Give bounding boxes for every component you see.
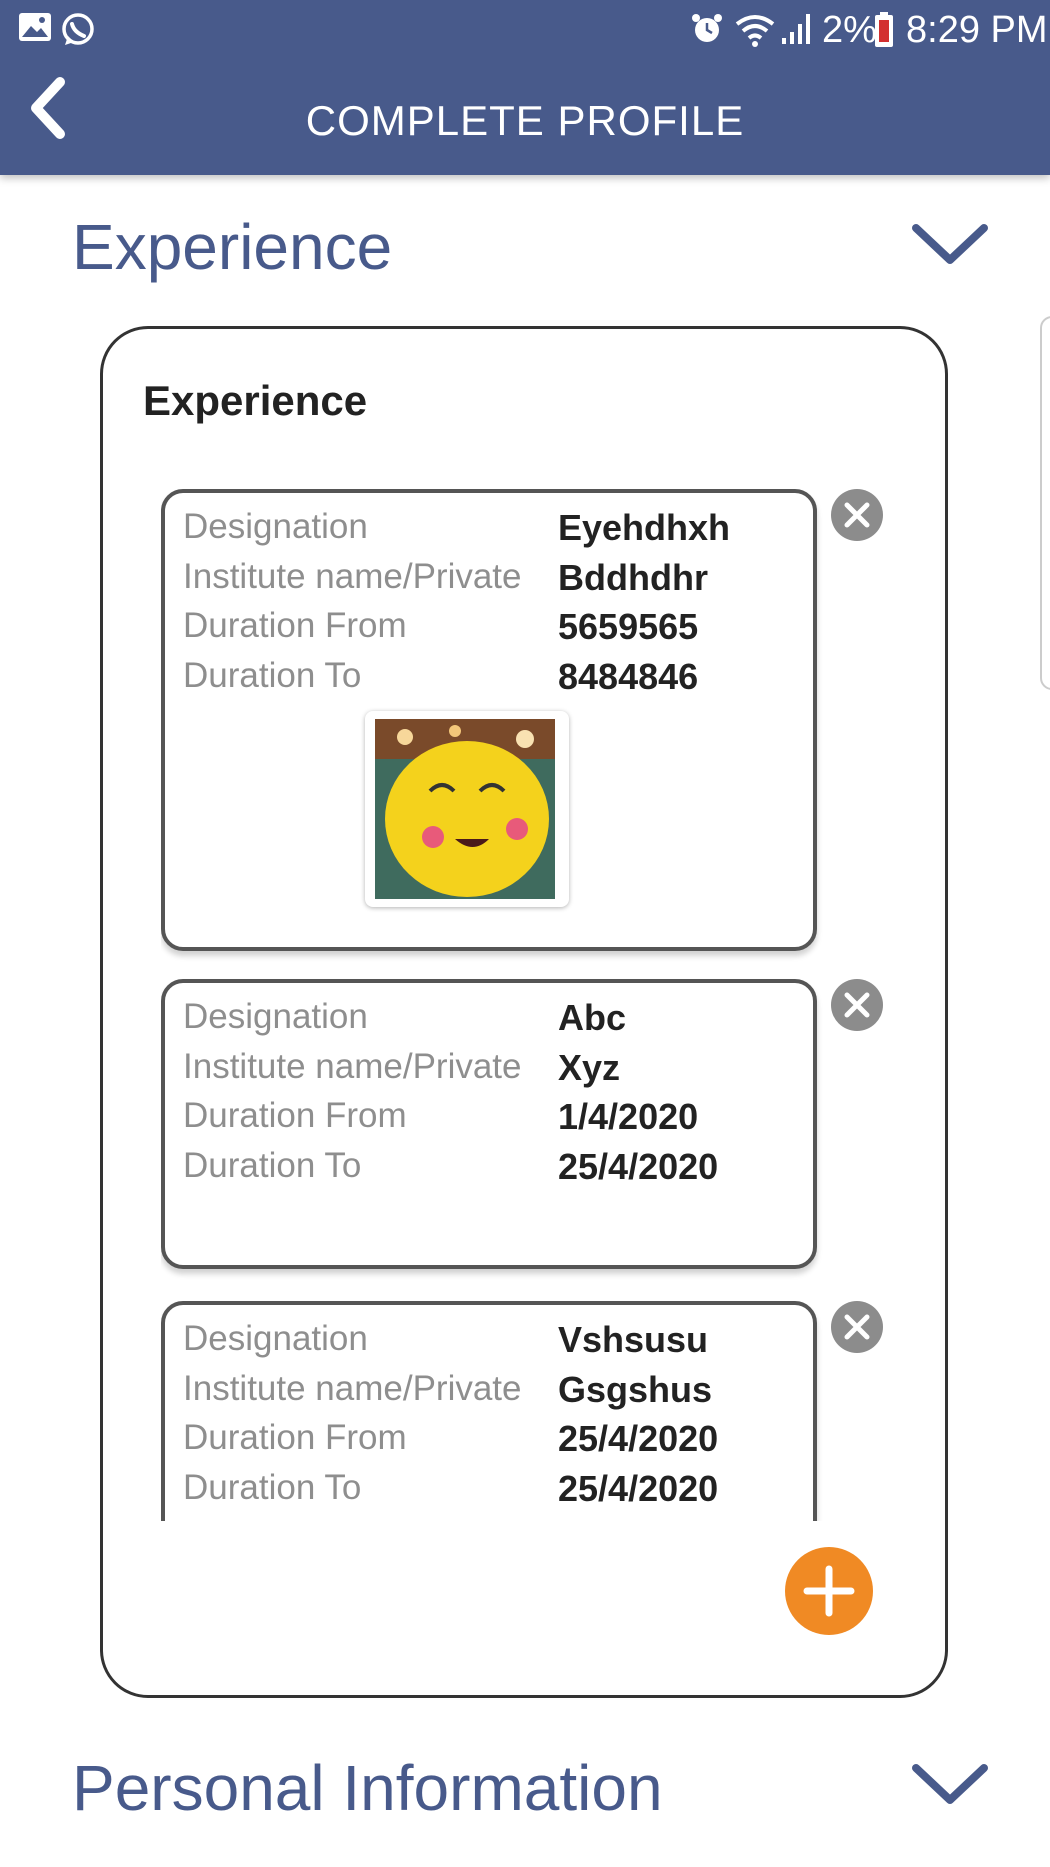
battery-icon bbox=[875, 12, 893, 47]
experience-section-title: Experience bbox=[72, 211, 393, 283]
battery-percent: 2% bbox=[822, 9, 877, 51]
signal-icon bbox=[782, 14, 810, 44]
duration-to-value: 8484846 bbox=[558, 656, 699, 697]
chevron-down-icon[interactable] bbox=[910, 1760, 990, 1810]
duration-from-label: Duration From bbox=[183, 1096, 407, 1135]
plus-icon bbox=[803, 1565, 855, 1617]
experience-item: Designation Vshsusu Institute name/Priva… bbox=[161, 1301, 883, 1521]
institute-label: Institute name/Private bbox=[183, 1047, 522, 1086]
app-header: 2% 8:29 PM COMPLETE PROFILE bbox=[0, 0, 1050, 175]
remove-experience-button[interactable] bbox=[831, 1301, 883, 1353]
experience-card: Experience Designation Eyehdhxh Institut… bbox=[100, 326, 948, 1698]
duration-to-label: Duration To bbox=[183, 1468, 362, 1507]
alarm-icon bbox=[692, 14, 722, 42]
institute-value: Xyz bbox=[558, 1047, 621, 1088]
duration-from-row: Duration From 5659565 bbox=[183, 606, 813, 654]
designation-value: Vshsusu bbox=[558, 1319, 709, 1360]
personal-information-section-title: Personal Information bbox=[72, 1752, 663, 1824]
experience-image-thumbnail[interactable] bbox=[365, 711, 569, 907]
duration-to-value: 25/4/2020 bbox=[558, 1146, 719, 1187]
duration-from-value: 25/4/2020 bbox=[558, 1418, 719, 1459]
duration-to-value: 25/4/2020 bbox=[558, 1468, 719, 1509]
remove-experience-button[interactable] bbox=[831, 979, 883, 1031]
institute-value: Bddhdhr bbox=[558, 557, 708, 598]
experience-item-box[interactable]: Designation Vshsusu Institute name/Priva… bbox=[161, 1301, 817, 1521]
designation-label: Designation bbox=[183, 1319, 368, 1358]
designation-row: Designation Abc bbox=[183, 997, 813, 1045]
duration-to-label: Duration To bbox=[183, 656, 362, 695]
status-time: 8:29 PM bbox=[906, 9, 1048, 51]
duration-from-value: 5659565 bbox=[558, 606, 699, 647]
side-panel-edge bbox=[1040, 316, 1050, 690]
designation-row: Designation Eyehdhxh bbox=[183, 507, 813, 555]
emoji-pillow-image bbox=[375, 719, 555, 899]
wifi-icon bbox=[735, 15, 775, 47]
duration-to-row: Duration To 25/4/2020 bbox=[183, 1146, 813, 1194]
experience-item: Designation Eyehdhxh Institute name/Priv… bbox=[161, 489, 883, 959]
designation-row: Designation Vshsusu bbox=[183, 1319, 813, 1367]
designation-label: Designation bbox=[183, 997, 368, 1036]
chevron-down-icon[interactable] bbox=[910, 220, 990, 270]
designation-value: Eyehdhxh bbox=[558, 507, 731, 548]
page-title: COMPLETE PROFILE bbox=[305, 97, 745, 144]
institute-value: Gsgshus bbox=[558, 1369, 713, 1410]
close-icon bbox=[844, 502, 870, 528]
institute-label: Institute name/Private bbox=[183, 1369, 522, 1408]
duration-from-row: Duration From 1/4/2020 bbox=[183, 1096, 813, 1144]
designation-value: Abc bbox=[558, 997, 627, 1038]
duration-to-row: Duration To 8484846 bbox=[183, 656, 813, 704]
duration-to-row: Duration To 25/4/2020 bbox=[183, 1468, 813, 1516]
close-icon bbox=[844, 1314, 870, 1340]
experience-item: Designation Abc Institute name/Private X… bbox=[161, 979, 883, 1279]
institute-label: Institute name/Private bbox=[183, 557, 522, 596]
add-experience-button[interactable] bbox=[785, 1547, 873, 1635]
duration-from-value: 1/4/2020 bbox=[558, 1096, 699, 1137]
personal-information-section-header[interactable]: Personal Information bbox=[0, 1735, 1050, 1845]
institute-row: Institute name/Private Bddhdhr bbox=[183, 557, 813, 605]
designation-label: Designation bbox=[183, 507, 368, 546]
status-bar: 2% 8:29 PM bbox=[0, 0, 1050, 62]
institute-row: Institute name/Private Gsgshus bbox=[183, 1369, 813, 1417]
experience-item-box[interactable]: Designation Eyehdhxh Institute name/Priv… bbox=[161, 489, 817, 951]
duration-to-label: Duration To bbox=[183, 1146, 362, 1185]
close-icon bbox=[844, 992, 870, 1018]
remove-experience-button[interactable] bbox=[831, 489, 883, 541]
duration-from-label: Duration From bbox=[183, 1418, 407, 1457]
whatsapp-icon bbox=[62, 13, 94, 45]
duration-from-label: Duration From bbox=[183, 606, 407, 645]
experience-card-title: Experience bbox=[143, 377, 368, 424]
institute-row: Institute name/Private Xyz bbox=[183, 1047, 813, 1095]
duration-from-row: Duration From 25/4/2020 bbox=[183, 1418, 813, 1466]
gallery-icon bbox=[19, 13, 51, 41]
experience-item-box[interactable]: Designation Abc Institute name/Private X… bbox=[161, 979, 817, 1269]
experience-list[interactable]: Designation Eyehdhxh Institute name/Priv… bbox=[161, 489, 901, 1521]
experience-section-header[interactable]: Experience bbox=[0, 195, 1050, 305]
